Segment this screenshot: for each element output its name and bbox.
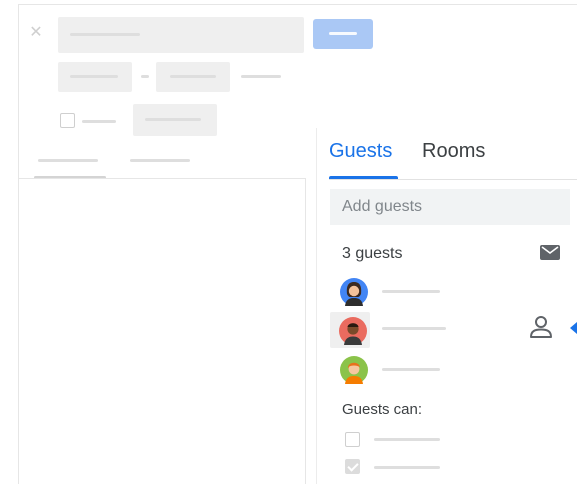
close-icon[interactable]: ✕: [28, 25, 44, 41]
permission-checkbox-checked[interactable]: [345, 459, 360, 474]
tab-rooms[interactable]: Rooms: [422, 140, 485, 162]
guest-name-placeholder: [382, 368, 440, 371]
guest-name-placeholder: [382, 327, 446, 330]
permission-checkbox[interactable]: [345, 432, 360, 447]
title-input-placeholder[interactable]: [58, 17, 304, 53]
guest-name-placeholder: [382, 290, 440, 293]
details-tab-placeholder[interactable]: [38, 159, 98, 162]
event-editor-window: ✕ Guests Rooms 3 guests: [0, 0, 577, 484]
repeat-select-placeholder[interactable]: [133, 104, 217, 136]
permission-label-placeholder: [374, 438, 440, 441]
active-tab-indicator: [329, 176, 398, 179]
window-left-border: [18, 4, 19, 484]
mail-icon[interactable]: [540, 245, 560, 260]
date-separator: [141, 75, 149, 78]
guest-avatar: [340, 278, 368, 306]
person-icon[interactable]: [528, 314, 554, 340]
find-time-tab-placeholder[interactable]: [130, 159, 190, 162]
tabs-baseline: [329, 179, 577, 180]
left-tabs-divider: [18, 178, 305, 179]
timezone-placeholder: [241, 75, 281, 78]
guest-avatar: [340, 356, 368, 384]
end-date-placeholder[interactable]: [156, 62, 230, 92]
guest-count: 3 guests: [342, 245, 403, 262]
content-divider: [305, 178, 306, 484]
guests-panel-border: [316, 128, 317, 484]
save-button[interactable]: [313, 19, 373, 49]
end-date-text-placeholder: [170, 75, 216, 78]
add-guests-input[interactable]: [330, 189, 570, 225]
repeat-text-placeholder: [145, 118, 201, 121]
pointer-arrow-icon: [570, 322, 577, 334]
window-top-border: [18, 4, 577, 5]
save-button-label-placeholder: [329, 32, 357, 35]
title-text-placeholder: [70, 33, 140, 36]
permission-label-placeholder: [374, 466, 440, 469]
guest-avatar: [339, 317, 367, 345]
all-day-checkbox[interactable]: [60, 113, 75, 128]
all-day-label-placeholder: [82, 120, 116, 123]
start-date-placeholder[interactable]: [58, 62, 132, 92]
tab-guests[interactable]: Guests: [329, 140, 392, 162]
guests-can-label: Guests can:: [342, 401, 423, 418]
start-date-text-placeholder: [70, 75, 118, 78]
